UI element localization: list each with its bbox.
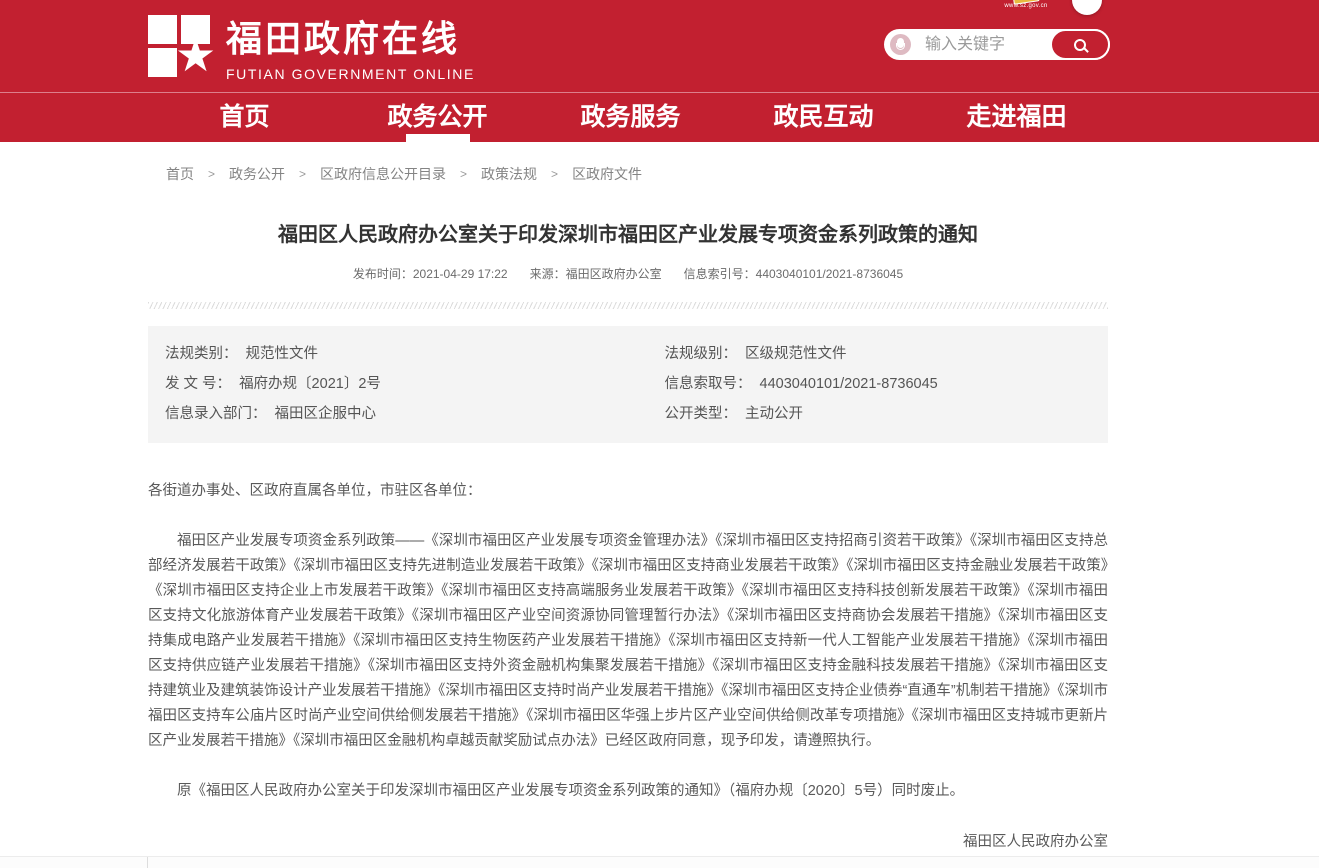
hatched-divider: [148, 302, 1108, 309]
nav-item-gov-disclosure[interactable]: 政务公开: [341, 93, 534, 142]
nav-item-about-futian[interactable]: 走进福田: [920, 93, 1113, 142]
breadcrumb-policies[interactable]: 政策法规: [481, 164, 537, 184]
info-value: 区级规范性文件: [745, 346, 847, 362]
page-content: 首页 > 政务公开 > 区政府信息公开目录 > 政策法规 > 区政府文件 福田区…: [148, 142, 1108, 868]
source-value: 福田区政府办公室: [566, 267, 662, 281]
info-label: 法规级别：: [665, 346, 738, 362]
logo-square: [148, 48, 177, 77]
info-label: 公开类型：: [665, 406, 738, 422]
document-body: 各街道办事处、区政府直属各单位，市驻区各单位： 福田区产业发展专项资金系列政策—…: [148, 479, 1108, 868]
site-logo[interactable]: ★ 福田政府在线 FUTIAN GOVERNMENT ONLINE: [148, 10, 475, 82]
nav-item-home[interactable]: 首页: [148, 93, 341, 142]
footer-edge: [0, 856, 1319, 868]
search-button[interactable]: [1050, 29, 1110, 60]
magnifier-icon: [1074, 39, 1086, 51]
source-label: 来源：: [530, 267, 566, 281]
breadcrumb-separator: >: [460, 167, 467, 181]
info-index: 信息索引号：4403040101/2021-8736045: [684, 265, 904, 282]
site-title: 福田政府在线: [226, 10, 475, 62]
body-paragraph-1: 福田区产业发展专项资金系列政策——《深圳市福田区产业发展专项资金管理办法》《深圳…: [148, 529, 1108, 754]
info-value: 4403040101/2021-8736045: [760, 376, 938, 392]
info-index-label: 信息索引号：: [684, 267, 756, 281]
info-value: 福府办规〔2021〕2号: [239, 376, 381, 392]
breadcrumb-info-catalog[interactable]: 区政府信息公开目录: [320, 164, 446, 184]
nav-item-interaction[interactable]: 政民互动: [727, 93, 920, 142]
search-bar: [884, 29, 1110, 60]
footer-divider: [147, 857, 148, 868]
nav-item-gov-services[interactable]: 政务服务: [534, 93, 727, 142]
breadcrumb-separator: >: [551, 167, 558, 181]
document-meta: 发布时间：2021-04-29 17:22 来源：福田区政府办公室 信息索引号：…: [148, 265, 1108, 282]
info-field-retrieval-number: 信息索取号： 4403040101/2021-8736045: [637, 373, 1109, 396]
info-label: 发 文 号：: [165, 376, 231, 392]
site-logo-icon: ★: [148, 15, 210, 77]
info-field-regulation-level: 法规级别： 区级规范性文件: [637, 343, 1109, 366]
document-info-box: 法规类别： 规范性文件 法规级别： 区级规范性文件 发 文 号： 福府办规〔2021〕…: [148, 326, 1108, 443]
info-value: 福田区企服中心: [275, 406, 377, 422]
body-paragraph-2: 原《福田区人民政府办公室关于印发深圳市福田区产业发展专项资金系列政策的通知》（福…: [148, 779, 1108, 804]
breadcrumb-home[interactable]: 首页: [166, 164, 194, 184]
sz-gov-badge[interactable]: www.sz.gov.cn: [994, 0, 1058, 12]
breadcrumb-gov-disclosure[interactable]: 政务公开: [229, 164, 285, 184]
info-label: 信息索取号：: [665, 376, 752, 392]
logo-star-icon: ★: [181, 48, 210, 77]
info-value: 主动公开: [745, 406, 803, 422]
signature: 福田区人民政府办公室: [148, 830, 1108, 855]
main-nav: 首页 政务公开 政务服务 政民互动 走进福田: [0, 92, 1319, 142]
salutation: 各街道办事处、区政府直属各单位，市驻区各单位：: [148, 479, 1108, 504]
source: 来源：福田区政府办公室: [530, 265, 662, 282]
site-header: ★ 福田政府在线 FUTIAN GOVERNMENT ONLINE www.sz…: [0, 0, 1319, 92]
publish-time: 发布时间：2021-04-29 17:22: [353, 265, 508, 282]
info-field-document-number: 发 文 号： 福府办规〔2021〕2号: [165, 373, 637, 396]
info-field-regulation-category: 法规类别： 规范性文件: [165, 343, 637, 366]
info-field-disclosure-type: 公开类型： 主动公开: [637, 403, 1109, 426]
breadcrumb-district-documents[interactable]: 区政府文件: [572, 164, 642, 184]
info-value: 规范性文件: [246, 346, 319, 362]
floating-widget-button[interactable]: [1072, 0, 1102, 15]
publish-time-value: 2021-04-29 17:22: [413, 267, 508, 281]
breadcrumb-separator: >: [299, 167, 306, 181]
breadcrumb-separator: >: [208, 167, 215, 181]
breadcrumb: 首页 > 政务公开 > 区政府信息公开目录 > 政策法规 > 区政府文件: [148, 142, 1108, 184]
info-field-entry-department: 信息录入部门： 福田区企服中心: [165, 403, 637, 426]
search-input[interactable]: [911, 29, 1050, 60]
info-label: 信息录入部门：: [165, 406, 267, 422]
logo-square: [148, 15, 177, 44]
site-subtitle: FUTIAN GOVERNMENT ONLINE: [226, 66, 475, 82]
publish-time-label: 发布时间：: [353, 267, 413, 281]
voice-search-icon[interactable]: [890, 34, 911, 55]
sz-gov-badge-label: www.sz.gov.cn: [994, 3, 1058, 9]
info-index-value: 4403040101/2021-8736045: [756, 267, 903, 281]
document-title: 福田区人民政府办公室关于印发深圳市福田区产业发展专项资金系列政策的通知: [148, 218, 1108, 247]
info-label: 法规类别：: [165, 346, 238, 362]
